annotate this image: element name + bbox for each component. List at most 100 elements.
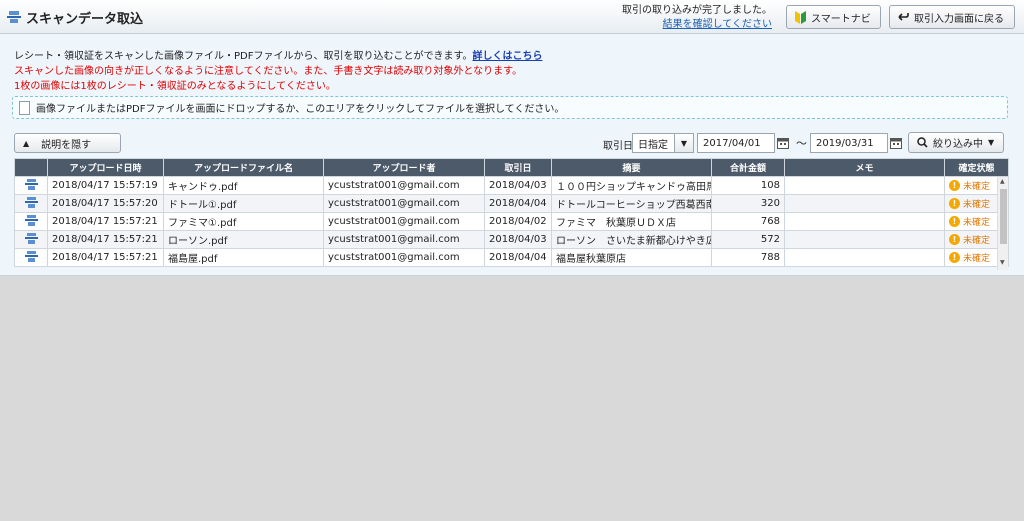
status-badge: 未確定 xyxy=(963,236,991,246)
cell-upload-datetime: 2018/04/17 15:57:21 xyxy=(47,212,164,231)
scanner-icon xyxy=(24,232,38,244)
table-row[interactable]: 2018/04/17 15:57:21 ローソン.pdf ycuststrat001… xyxy=(14,230,1009,249)
calendar-icon xyxy=(890,138,902,149)
cell-upload-datetime: 2018/04/17 15:57:19 xyxy=(47,176,164,195)
view-results-link[interactable]: 結果を確認してください xyxy=(663,19,772,30)
chevron-down-icon: ▼ xyxy=(680,138,688,148)
page-title: スキャンデータ取込 xyxy=(26,12,144,27)
dropzone-text: 画像ファイルまたはPDFファイルを画面にドロップするか、このエリアをクリックして… xyxy=(36,104,565,115)
table-scrollbar[interactable]: ▲ ▼ xyxy=(997,177,1008,270)
cell-summary: ファミマ 秋葉原ＵＤＸ店 xyxy=(551,212,712,231)
scan-import-panel: スキャンデータ取込 取引の取り込みが完了しました。 結果を確認してください スマ… xyxy=(0,0,1024,276)
cell-summary: ドトールコーヒーショップ西葛西南… xyxy=(551,194,712,213)
cell-upload-datetime: 2018/04/17 15:57:21 xyxy=(47,248,164,267)
cell-uploader: ycuststrat001@gmail.com xyxy=(323,212,485,231)
col-header-summary[interactable]: 摘要 xyxy=(551,158,712,177)
back-to-entry-button[interactable]: 取引入力画面に戻る xyxy=(889,5,1015,29)
cell-uploader: ycuststrat001@gmail.com xyxy=(323,230,485,249)
cell-transaction-date: 2018/04/04 xyxy=(484,194,552,213)
cell-transaction-date: 2018/04/03 xyxy=(484,230,552,249)
smart-navi-label: スマートナビ xyxy=(811,13,871,25)
cell-memo[interactable] xyxy=(784,212,945,231)
warning-icon: ! xyxy=(949,234,960,245)
cell-summary: １００円ショップキャンドゥ高田馬… xyxy=(551,176,712,195)
cell-memo[interactable] xyxy=(784,194,945,213)
scanner-icon xyxy=(24,196,38,208)
cell-summary: ローソン さいたま新都心けやき広… xyxy=(551,230,712,249)
calendar-to-button[interactable] xyxy=(887,133,905,153)
scanner-icon xyxy=(24,178,38,190)
date-filter-label: 取引日 xyxy=(603,141,633,152)
scrollbar-thumb[interactable] xyxy=(1000,189,1007,244)
calendar-icon xyxy=(777,138,789,149)
cell-upload-datetime: 2018/04/17 15:57:21 xyxy=(47,230,164,249)
scanner-icon xyxy=(24,250,38,262)
cell-transaction-date: 2018/04/03 xyxy=(484,176,552,195)
warning-icon: ! xyxy=(949,216,960,227)
return-arrow-icon xyxy=(898,13,909,21)
cell-amount: 320 xyxy=(711,194,785,213)
cell-file-name: 福島屋.pdf xyxy=(163,248,324,267)
scan-data-table: アップロード日時 アップロードファイル名 アップロード者 取引日 摘要 合計金額… xyxy=(14,158,1009,267)
file-drop-zone[interactable]: 画像ファイルまたはPDFファイルを画面にドロップするか、このエリアをクリックして… xyxy=(12,96,1008,119)
date-mode-dropdown-button[interactable]: ▼ xyxy=(674,133,694,153)
row-scan-icon-cell[interactable] xyxy=(14,212,48,231)
row-scan-icon-cell[interactable] xyxy=(14,176,48,195)
col-header-amount[interactable]: 合計金額 xyxy=(711,158,785,177)
scroll-down-icon[interactable]: ▼ xyxy=(1000,259,1005,266)
hide-description-label: 説明を隠す xyxy=(41,139,92,151)
scanner-icon xyxy=(7,11,21,23)
smart-navi-button[interactable]: スマートナビ xyxy=(786,5,881,29)
table-row[interactable]: 2018/04/17 15:57:21 福島屋.pdf ycuststrat001@… xyxy=(14,248,1009,267)
header-bar: スキャンデータ取込 取引の取り込みが完了しました。 結果を確認してください スマ… xyxy=(0,0,1024,34)
calendar-from-button[interactable] xyxy=(774,133,792,153)
warning-icon: ! xyxy=(949,252,960,263)
warning-one-receipt: 1枚の画像には1枚のレシート・領収証のみとなるようにしてください。 xyxy=(14,81,336,92)
cell-amount: 768 xyxy=(711,212,785,231)
status-badge: 未確定 xyxy=(963,254,991,264)
collapse-up-icon: ▲ xyxy=(23,138,30,148)
back-button-label: 取引入力画面に戻る xyxy=(914,13,1004,25)
cell-uploader: ycuststrat001@gmail.com xyxy=(323,194,485,213)
details-link[interactable]: 詳しくはこちら xyxy=(472,51,542,62)
status-badge: 未確定 xyxy=(963,218,991,228)
hide-description-button[interactable]: ▲ 説明を隠す xyxy=(14,133,121,153)
document-icon xyxy=(19,100,30,115)
description-block: レシート・領収証をスキャンした画像ファイル・PDFファイルから、取引を取り込むこ… xyxy=(14,49,542,94)
row-scan-icon-cell[interactable] xyxy=(14,194,48,213)
col-header-action xyxy=(14,158,48,177)
col-header-uploader[interactable]: アップロード者 xyxy=(323,158,485,177)
col-header-filename[interactable]: アップロードファイル名 xyxy=(163,158,324,177)
warning-icon: ! xyxy=(949,180,960,191)
date-to-input[interactable]: 2019/03/31 xyxy=(810,133,888,153)
cell-amount: 788 xyxy=(711,248,785,267)
table-row[interactable]: 2018/04/17 15:57:21 ファミマ①.pdf ycuststrat00… xyxy=(14,212,1009,231)
description-text: レシート・領収証をスキャンした画像ファイル・PDFファイルから、取引を取り込むこ… xyxy=(14,51,473,62)
cell-amount: 108 xyxy=(711,176,785,195)
col-header-status[interactable]: 確定状態 xyxy=(944,158,1009,177)
row-scan-icon-cell[interactable] xyxy=(14,248,48,267)
table-row[interactable]: 2018/04/17 15:57:20 ドトール①.pdf ycuststrat00… xyxy=(14,194,1009,213)
status-badge: 未確定 xyxy=(963,182,991,192)
col-header-upload-datetime[interactable]: アップロード日時 xyxy=(47,158,164,177)
cell-file-name: ドトール①.pdf xyxy=(163,194,324,213)
cell-memo[interactable] xyxy=(784,176,945,195)
cell-uploader: ycuststrat001@gmail.com xyxy=(323,176,485,195)
date-range-separator: ～ xyxy=(796,137,807,150)
cell-memo[interactable] xyxy=(784,230,945,249)
import-complete-notice: 取引の取り込みが完了しました。 結果を確認してください xyxy=(622,4,772,32)
cell-memo[interactable] xyxy=(784,248,945,267)
row-scan-icon-cell[interactable] xyxy=(14,230,48,249)
cell-file-name: キャンドゥ.pdf xyxy=(163,176,324,195)
filter-button[interactable]: 絞り込み中 ▼ xyxy=(908,132,1004,153)
warning-icon: ! xyxy=(949,198,960,209)
scroll-up-icon[interactable]: ▲ xyxy=(1000,178,1005,185)
col-header-memo[interactable]: メモ xyxy=(784,158,945,177)
col-header-transaction-date[interactable]: 取引日 xyxy=(484,158,552,177)
scanner-icon xyxy=(24,214,38,226)
date-from-input[interactable]: 2017/04/01 xyxy=(697,133,775,153)
status-badge: 未確定 xyxy=(963,200,991,210)
table-row[interactable]: 2018/04/17 15:57:19 キャンドゥ.pdf ycuststrat00… xyxy=(14,176,1009,195)
cell-transaction-date: 2018/04/04 xyxy=(484,248,552,267)
date-mode-select[interactable]: 日指定 xyxy=(632,133,675,153)
